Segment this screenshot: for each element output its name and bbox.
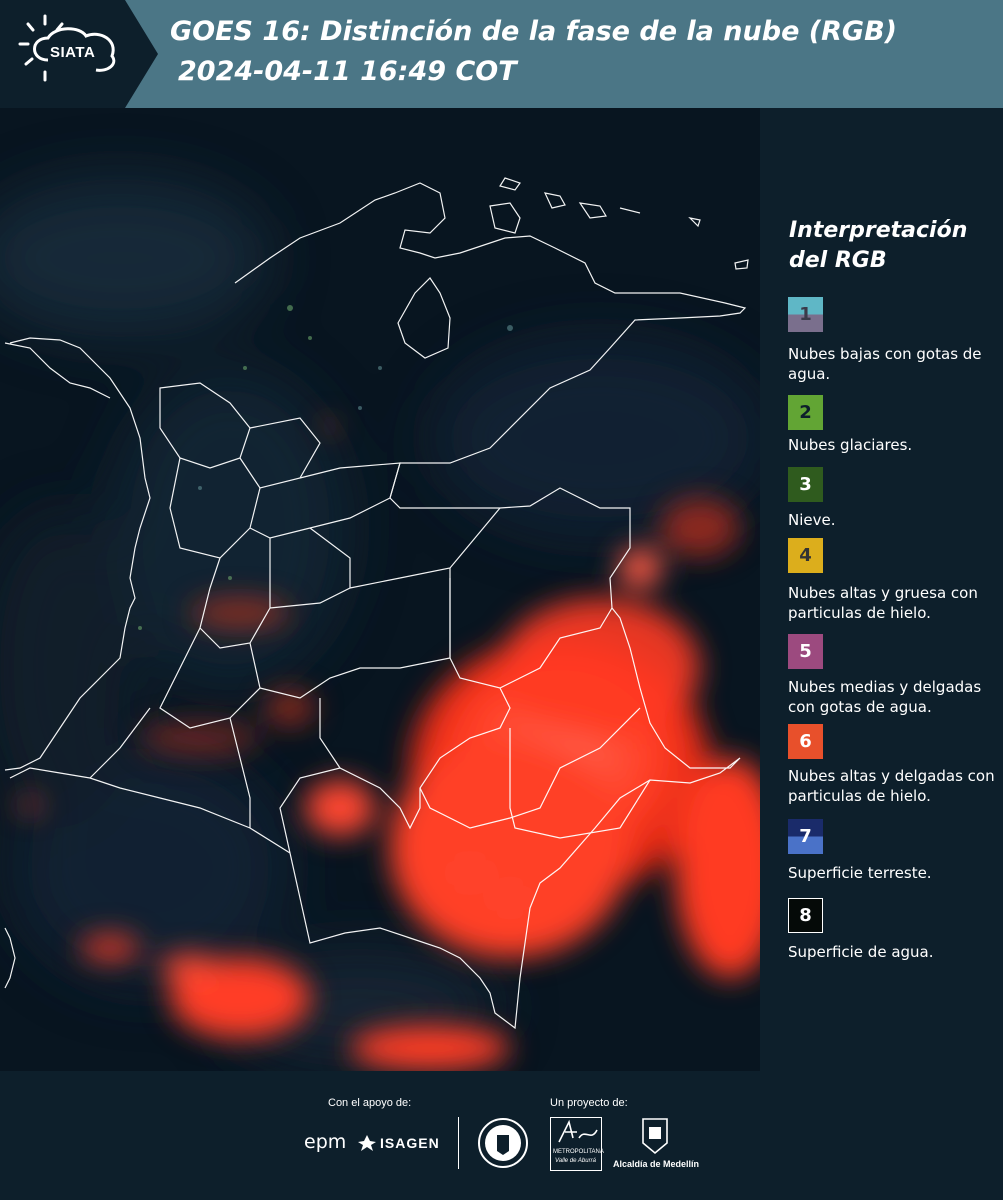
map-image [0, 108, 760, 1071]
footer: Con el apoyo de: Un proyecto de: epm ISA… [0, 1071, 1003, 1200]
legend-swatch: 7 [788, 819, 823, 854]
legend-description: Superficie terreste. [788, 864, 932, 882]
satellite-map [0, 108, 760, 1071]
legend-swatch: 2 [788, 395, 823, 430]
support-label: Con el apoyo de: [328, 1097, 412, 1109]
emblem-icon [477, 1117, 529, 1169]
legend-title: Interpretación del RGB [789, 218, 968, 273]
legend-description: Nubes medias y delgadas con gotas de agu… [788, 678, 982, 716]
siata-logo: SIATA [0, 0, 160, 108]
page-title: GOES 16: Distinción de la fase de la nub… [170, 16, 897, 47]
legend-description: Nubes glaciares. [788, 436, 913, 454]
legend-panel: Interpretación del RGB 1 Nubes bajas con… [760, 108, 1003, 1071]
page-timestamp: 2024-04-11 16:49 COT [178, 56, 517, 87]
legend-description: Nieve. [788, 511, 836, 529]
legend-description: Nubes altas y gruesa con particulas de h… [788, 584, 978, 622]
area-name: METROPOLITANA [553, 1149, 604, 1155]
area-sub: Valle de Aburrá [555, 1158, 596, 1164]
isagen-icon [358, 1135, 376, 1151]
isagen-logo: ISAGEN [380, 1135, 440, 1151]
footer-divider [458, 1117, 459, 1169]
legend-swatch: 4 [788, 538, 823, 573]
legend-swatch: 3 [788, 467, 823, 502]
project-label: Un proyecto de: [550, 1097, 628, 1109]
area-metropolitana-logo: METROPOLITANA Valle de Aburrá [550, 1117, 604, 1171]
legend-swatch: 8 [788, 898, 823, 933]
legend-swatch: 6 [788, 724, 823, 759]
epm-logo: epm [304, 1131, 347, 1153]
alcaldia-logo: Alcaldía de Medellín [613, 1159, 700, 1169]
alcaldia-emblem-icon [640, 1117, 670, 1155]
legend-swatch: 5 [788, 634, 823, 669]
area-signature-icon [558, 1119, 598, 1143]
legend-swatch: 1 [788, 297, 823, 332]
header: SIATA GOES 16: Distinción de la fase de … [0, 0, 1003, 108]
legend-description: Nubes altas y delgadas con particulas de… [788, 767, 995, 805]
legend-description: Nubes bajas con gotas de agua. [788, 345, 982, 383]
logo-text: SIATA [50, 44, 96, 61]
legend-description: Superficie de agua. [788, 943, 934, 961]
